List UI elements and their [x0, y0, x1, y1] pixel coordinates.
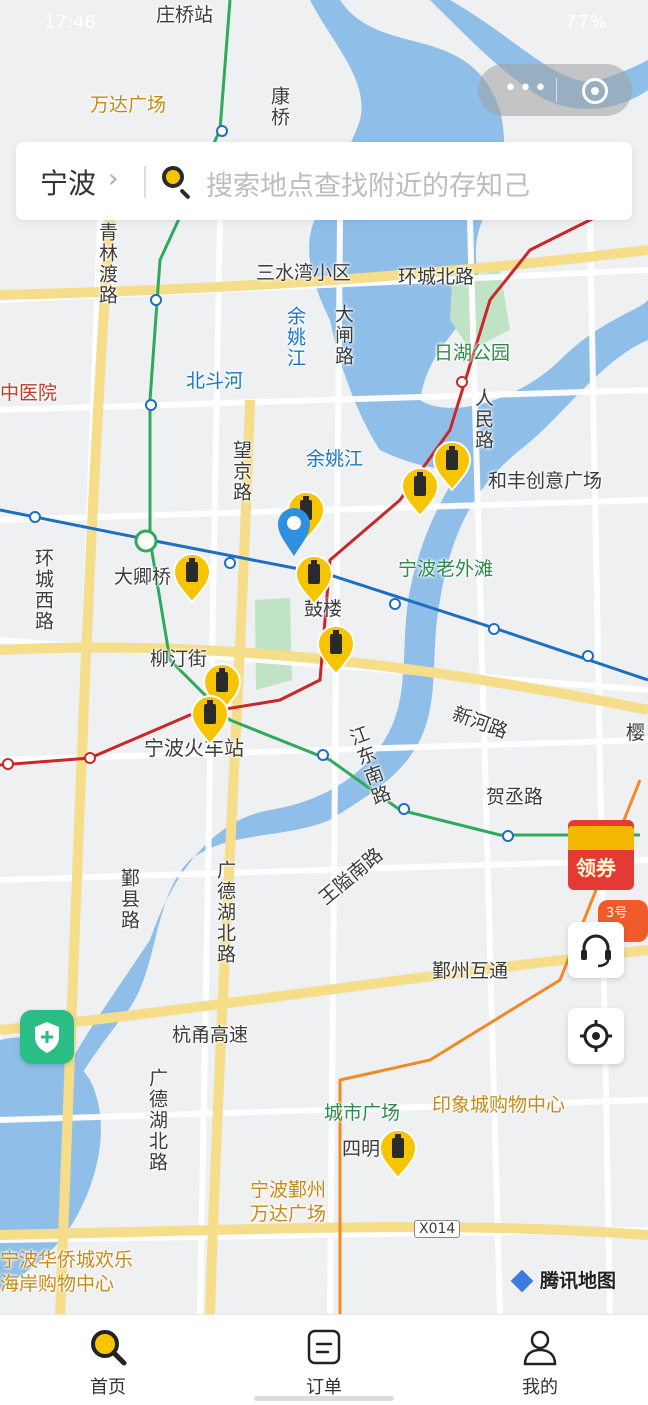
- map-label-yuyaojiang: 余姚江: [306, 448, 364, 470]
- map-label-yinxiang: 印象城购物中心: [432, 1094, 566, 1116]
- miniprogram-capsule[interactable]: •••: [478, 64, 632, 116]
- map-label-hefeng: 和丰创意广场: [488, 470, 603, 492]
- status-bar: 17:46 77%: [0, 0, 648, 50]
- close-miniprogram-icon[interactable]: [582, 78, 608, 104]
- tab-home-label: 首页: [90, 1377, 126, 1398]
- map-label-chengshi: 城市广场: [324, 1102, 401, 1124]
- map-label-laowaitan: 宁波老外滩: [398, 558, 494, 580]
- map-label-renmin: 人民路: [472, 388, 494, 451]
- chevron-right-icon[interactable]: ›: [108, 164, 118, 194]
- map-label-huaqiao: 宁波华侨城欢乐海岸购物中心: [0, 1249, 134, 1295]
- shield-plus-icon: [35, 1022, 59, 1053]
- map-label-zhongyiyuan: 中医院: [0, 382, 58, 404]
- locate-icon: [580, 1020, 612, 1052]
- map-label-daqingqiao: 大卿桥: [114, 566, 172, 588]
- map-label-yinzhouhutong: 鄞州互通: [432, 960, 509, 982]
- headset-icon: [581, 934, 611, 968]
- map-label-qinglindu: 青林渡路: [96, 222, 118, 306]
- tencent-map-logo: 腾讯地图: [510, 1266, 617, 1293]
- tab-home[interactable]: 首页: [0, 1315, 216, 1405]
- map-label-dazha: 大闸路: [332, 304, 354, 367]
- capsule-divider: [556, 78, 557, 102]
- tab-bar: 首页 订单 我的: [0, 1314, 648, 1405]
- compass-icon: [510, 1269, 534, 1293]
- search-bar[interactable]: 宁波 › 搜索地点查找附近的存知己: [16, 142, 632, 220]
- map-label-liutingjie: 柳汀街: [150, 648, 208, 670]
- order-icon: [307, 1329, 341, 1365]
- brand-label: 腾讯地图: [540, 1270, 617, 1292]
- search-input[interactable]: 搜索地点查找附近的存知己: [206, 164, 530, 203]
- map-label-rihu: 日湖公园: [434, 342, 511, 364]
- map-label-ying: 樱: [626, 722, 646, 744]
- search-divider: [144, 166, 146, 198]
- search-icon: [162, 166, 184, 188]
- map-label-yuyao-vert: 余姚江: [284, 306, 306, 369]
- tab-orders[interactable]: 订单: [216, 1315, 432, 1405]
- home-indicator: [254, 1396, 394, 1401]
- map-label-wangjing: 望京路: [230, 440, 252, 503]
- locker-marker[interactable]: [172, 552, 212, 604]
- locker-marker[interactable]: [316, 624, 356, 676]
- locker-marker[interactable]: [432, 440, 472, 492]
- map-label-kangqiao: 康桥: [268, 86, 290, 128]
- customer-service-button[interactable]: [568, 922, 624, 978]
- locker-marker[interactable]: [294, 554, 334, 606]
- map-label-x014: X014: [414, 1220, 461, 1238]
- map-label-huanchengbei: 环城北路: [398, 266, 475, 288]
- tab-profile-label: 我的: [522, 1377, 558, 1398]
- locate-button[interactable]: [568, 1008, 624, 1064]
- map-label-yinxian: 鄞县路: [118, 868, 140, 931]
- status-time: 17:46: [44, 12, 96, 33]
- coupon-envelope-icon: [568, 826, 634, 850]
- more-icon[interactable]: •••: [504, 76, 549, 101]
- map-label-guangdehubei: 广德湖北路: [214, 860, 236, 965]
- coupon-button[interactable]: 领券: [568, 820, 634, 890]
- location-pin-icon: [278, 508, 310, 556]
- map-label-sanshuiwan: 三水湾小区: [256, 262, 352, 284]
- safety-shield-button[interactable]: [20, 1010, 74, 1064]
- map-label-huanchengxi: 环城西路: [32, 548, 54, 632]
- locker-marker[interactable]: [378, 1128, 418, 1180]
- map-label-yinzhouwanda: 宁波鄞州万达广场: [250, 1179, 327, 1225]
- user-icon: [523, 1330, 557, 1366]
- map-label-hangyong: 杭甬高速: [172, 1024, 249, 1046]
- map-label-wanda: 万达广场: [90, 94, 167, 116]
- city-selector[interactable]: 宁波: [40, 162, 96, 202]
- search-icon: [91, 1330, 127, 1366]
- tab-profile[interactable]: 我的: [432, 1315, 648, 1405]
- map-label-hecheng: 贺丞路: [486, 786, 544, 808]
- coupon-label: 领券: [576, 856, 616, 880]
- locker-marker[interactable]: [190, 694, 230, 746]
- map-label-guangdehu2: 广德湖北路: [146, 1068, 168, 1173]
- map-label-beidou: 北斗河: [186, 370, 244, 392]
- status-battery: 77%: [564, 12, 608, 33]
